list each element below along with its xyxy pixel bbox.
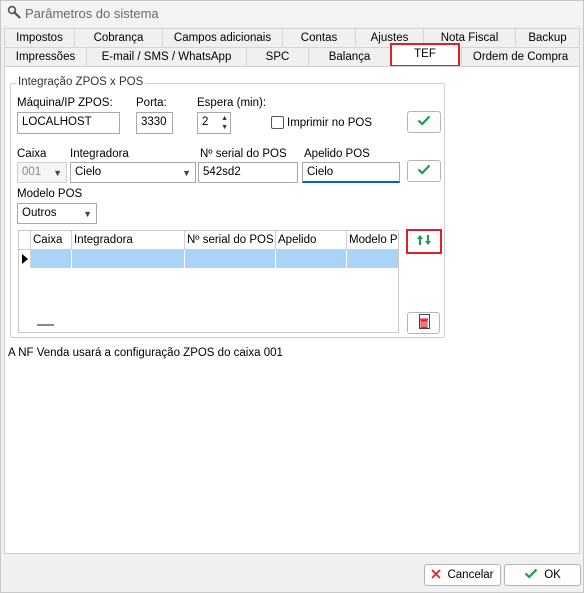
grid-indicator-header — [19, 231, 31, 250]
spin-arrows-icon[interactable]: ▲ ▼ — [221, 114, 228, 132]
row-pointer-icon — [22, 254, 28, 264]
modelo-select[interactable]: Outros ▼ — [17, 203, 97, 224]
modelo-label: Modelo POS — [17, 188, 83, 200]
tab-balanca[interactable]: Balança — [308, 47, 390, 66]
tab-tef[interactable]: TEF — [390, 43, 460, 67]
host-label: Máquina/IP ZPOS: — [17, 97, 113, 109]
reorder-button[interactable] — [406, 229, 442, 254]
tab-backup[interactable]: Backup — [515, 28, 580, 47]
grid-header-modelo[interactable]: Modelo PC — [347, 231, 398, 250]
port-input[interactable]: 3330 — [136, 112, 173, 134]
chevron-down-icon: ▼ — [83, 209, 92, 219]
row-pointer — [19, 250, 31, 268]
ok-label: OK — [544, 569, 561, 581]
serial-input[interactable]: 542sd2 — [198, 162, 298, 183]
grid-header-caixa[interactable]: Caixa — [31, 231, 72, 250]
tab-cobranca[interactable]: Cobrança — [74, 28, 162, 47]
caixa-label: Caixa — [17, 148, 47, 160]
table-row-cell-serial[interactable] — [185, 250, 276, 268]
port-label: Porta: — [136, 97, 167, 109]
integradora-label: Integradora — [70, 148, 129, 160]
ok-button[interactable]: OK — [504, 564, 581, 586]
sort-arrows-icon — [417, 234, 431, 249]
caixa-value: 001 — [22, 166, 42, 178]
integradora-value: Cielo — [75, 166, 102, 178]
tab-spc[interactable]: SPC — [246, 47, 308, 66]
window-title: Parâmetros do sistema — [25, 6, 159, 21]
check-icon — [417, 115, 431, 129]
delete-button[interactable] — [407, 312, 440, 334]
pos-grid[interactable]: Caixa Integradora Nº serial do POS Apeli… — [18, 230, 399, 333]
table-row-cell-apelido[interactable] — [276, 250, 347, 268]
serial-label: Nº serial do POS — [200, 148, 287, 160]
apelido-label: Apelido POS — [304, 148, 370, 160]
grid-header-apelido[interactable]: Apelido — [276, 231, 347, 250]
wait-label: Espera (min): — [197, 97, 267, 109]
horizontal-scrollbar-thumb[interactable] — [37, 324, 54, 326]
group-title: Integração ZPOS x POS — [16, 76, 146, 88]
close-icon — [431, 568, 442, 582]
table-row-cell-caixa[interactable] — [31, 250, 72, 268]
print-pos-label: Imprimir no POS — [287, 117, 372, 129]
check-icon — [524, 568, 538, 582]
table-row-cell-modelo[interactable] — [347, 250, 398, 268]
chevron-down-icon: ▼ — [53, 168, 62, 178]
cancel-button[interactable]: Cancelar — [424, 564, 501, 586]
caixa-select[interactable]: 001 ▼ — [17, 162, 67, 183]
check-icon — [417, 164, 431, 178]
wrench-icon — [7, 5, 21, 19]
confirm-server-button[interactable] — [407, 111, 441, 133]
info-text: A NF Venda usará a configuração ZPOS do … — [8, 347, 283, 359]
wait-spinner[interactable]: 2 ▲ ▼ — [197, 112, 231, 134]
tab-impressoes[interactable]: Impressões — [4, 47, 86, 66]
print-pos-checkbox[interactable] — [271, 116, 284, 129]
wait-value: 2 — [202, 116, 209, 128]
grid-header-serial[interactable]: Nº serial do POS — [185, 231, 276, 250]
title-bar: Parâmetros do sistema — [0, 0, 584, 26]
tab-contas[interactable]: Contas — [282, 28, 355, 47]
confirm-pos-button[interactable] — [407, 160, 441, 182]
chevron-down-icon: ▼ — [182, 168, 191, 178]
grid-header-integradora[interactable]: Integradora — [72, 231, 185, 250]
trash-icon — [417, 313, 431, 333]
apelido-input[interactable]: Cielo — [302, 162, 400, 183]
tab-email-sms-whatsapp[interactable]: E-mail / SMS / WhatsApp — [86, 47, 246, 66]
modelo-value: Outros — [22, 207, 57, 219]
table-row-cell-integradora[interactable] — [72, 250, 185, 268]
tab-campos-adicionais[interactable]: Campos adicionais — [162, 28, 282, 47]
tab-ordem-de-compra[interactable]: Ordem de Compra — [461, 47, 580, 66]
tab-impostos[interactable]: Impostos — [4, 28, 74, 47]
integradora-select[interactable]: Cielo ▼ — [70, 162, 196, 183]
cancel-label: Cancelar — [447, 569, 494, 581]
host-input[interactable]: LOCALHOST — [17, 112, 120, 134]
